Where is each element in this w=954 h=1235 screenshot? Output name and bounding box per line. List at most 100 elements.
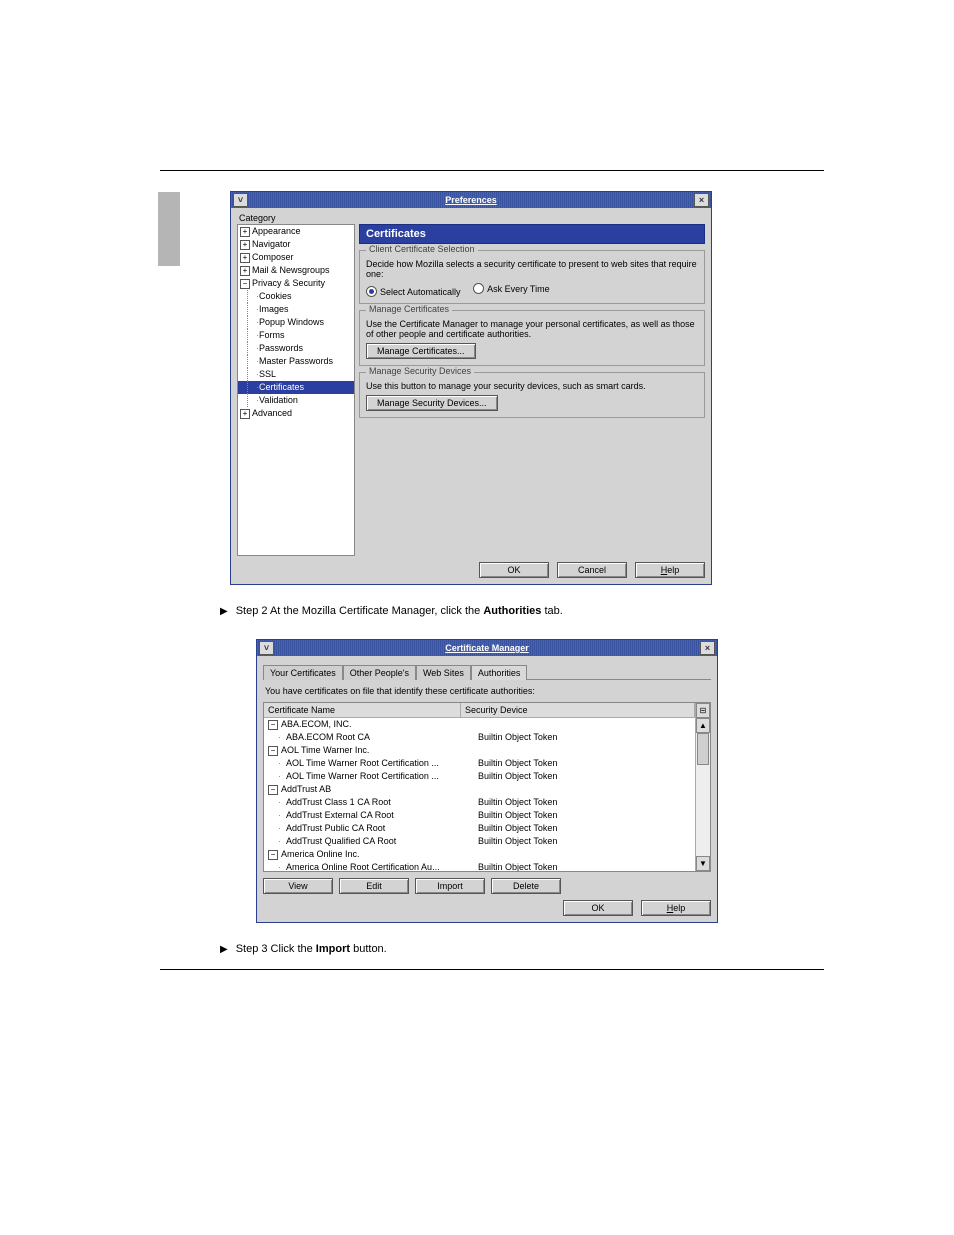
scroll-track[interactable]: [696, 733, 710, 856]
window-menu-button[interactable]: ˅: [259, 641, 274, 655]
ok-button[interactable]: OK: [479, 562, 549, 578]
tab-web-sites[interactable]: Web Sites: [416, 665, 471, 680]
table-group-row[interactable]: −AddTrust AB: [264, 783, 695, 796]
radio-dot-icon: [366, 286, 377, 297]
step-arrow-icon: ▶: [220, 943, 228, 957]
group-manage-certificates: Manage Certificates Use the Certificate …: [359, 310, 705, 366]
ok-button[interactable]: OK: [563, 900, 633, 916]
column-picker-icon[interactable]: ⊟: [696, 703, 710, 718]
tree-item-mail[interactable]: +Mail & Newsgroups: [238, 264, 354, 277]
tree-item-certificates[interactable]: ·Certificates: [238, 381, 354, 394]
group-description: Use this button to manage your security …: [366, 381, 698, 391]
certificate-table[interactable]: Certificate Name Security Device −ABA.EC…: [263, 702, 711, 872]
radio-ask-every-time[interactable]: Ask Every Time: [473, 283, 550, 294]
table-row[interactable]: AddTrust Qualified CA RootBuiltin Object…: [264, 835, 695, 848]
window-title: Preferences: [248, 195, 694, 205]
titlebar[interactable]: ˅ Preferences ×: [231, 192, 711, 208]
scroll-thumb[interactable]: [697, 733, 709, 765]
vertical-scrollbar[interactable]: ⊟ ▲ ▼: [695, 703, 710, 871]
column-certificate-name[interactable]: Certificate Name: [264, 703, 461, 717]
manage-security-devices-button[interactable]: Manage Security Devices...: [366, 395, 498, 411]
table-row[interactable]: AOL Time Warner Root Certification ...Bu…: [264, 757, 695, 770]
column-security-device[interactable]: Security Device: [461, 703, 695, 717]
dialog-body: Your Certificates Other People's Web Sit…: [257, 656, 717, 922]
collapse-icon[interactable]: −: [268, 720, 278, 730]
table-group-row[interactable]: −ABA.ECOM, INC.: [264, 718, 695, 731]
window-menu-button[interactable]: ˅: [233, 193, 248, 207]
tree-item-forms[interactable]: ·Forms: [238, 329, 354, 342]
table-row[interactable]: AddTrust External CA RootBuiltin Object …: [264, 809, 695, 822]
collapse-icon[interactable]: −: [240, 279, 250, 289]
scroll-up-icon[interactable]: ▲: [696, 718, 710, 733]
help-label-rest: elp: [667, 565, 679, 575]
tree-item-popup[interactable]: ·Popup Windows: [238, 316, 354, 329]
tree-item-composer[interactable]: +Composer: [238, 251, 354, 264]
help-button[interactable]: Help: [635, 562, 705, 578]
top-rule: [160, 170, 824, 171]
step-3-text: ▶ Step 3 Click the Import button.: [220, 943, 824, 957]
tree-item-ssl[interactable]: ·SSL: [238, 368, 354, 381]
expand-icon[interactable]: +: [240, 227, 250, 237]
tree-item-appearance[interactable]: +Appearance: [238, 225, 354, 238]
tab-hint: You have certificates on file that ident…: [265, 686, 709, 696]
tree-item-validation[interactable]: ·Validation: [238, 394, 354, 407]
tab-other-peoples[interactable]: Other People's: [343, 665, 416, 680]
manage-certificates-button[interactable]: Manage Certificates...: [366, 343, 476, 359]
radio-dot-icon: [473, 283, 484, 294]
tab-your-certificates[interactable]: Your Certificates: [263, 665, 343, 680]
prefs-panel: Certificates Client Certificate Selectio…: [359, 224, 705, 556]
document-page: ˅ Preferences × Category +Appearance +Na…: [0, 0, 954, 1170]
expand-icon[interactable]: +: [240, 266, 250, 276]
panel-title: Certificates: [359, 224, 705, 244]
tree-item-passwords[interactable]: ·Passwords: [238, 342, 354, 355]
table-row[interactable]: AOL Time Warner Root Certification ...Bu…: [264, 770, 695, 783]
cancel-button[interactable]: Cancel: [557, 562, 627, 578]
expand-icon[interactable]: +: [240, 240, 250, 250]
group-description: Decide how Mozilla selects a security ce…: [366, 259, 698, 279]
delete-button[interactable]: Delete: [491, 878, 561, 894]
tree-item-navigator[interactable]: +Navigator: [238, 238, 354, 251]
table-row[interactable]: America Online Root Certification Au...B…: [264, 861, 695, 871]
table-row[interactable]: ABA.ECOM Root CABuiltin Object Token: [264, 731, 695, 744]
group-legend: Manage Security Devices: [366, 366, 474, 376]
group-description: Use the Certificate Manager to manage yo…: [366, 319, 698, 339]
preferences-dialog: ˅ Preferences × Category +Appearance +Na…: [230, 191, 712, 585]
table-row[interactable]: AddTrust Public CA RootBuiltin Object To…: [264, 822, 695, 835]
table-row[interactable]: AddTrust Class 1 CA RootBuiltin Object T…: [264, 796, 695, 809]
window-title: Certificate Manager: [274, 643, 700, 653]
collapse-icon[interactable]: −: [268, 746, 278, 756]
tree-item-images[interactable]: ·Images: [238, 303, 354, 316]
table-header: Certificate Name Security Device: [264, 703, 695, 718]
table-group-row[interactable]: −America Online Inc.: [264, 848, 695, 861]
certificate-manager-dialog: ˅ Certificate Manager × Your Certificate…: [256, 639, 718, 923]
close-icon[interactable]: ×: [694, 193, 709, 207]
help-button[interactable]: Help: [641, 900, 711, 916]
tree-item-advanced[interactable]: +Advanced: [238, 407, 354, 420]
expand-icon[interactable]: +: [240, 409, 250, 419]
scroll-down-icon[interactable]: ▼: [696, 856, 710, 871]
tree-item-privacy[interactable]: −Privacy & Security: [238, 277, 354, 290]
close-icon[interactable]: ×: [700, 641, 715, 655]
collapse-icon[interactable]: −: [268, 850, 278, 860]
category-label: Category: [237, 212, 705, 224]
step-arrow-icon: ▶: [220, 605, 228, 619]
page-thumb-tab: [158, 192, 180, 266]
table-body: −ABA.ECOM, INC.ABA.ECOM Root CABuiltin O…: [264, 718, 695, 871]
view-button[interactable]: View: [263, 878, 333, 894]
dialog-body: Category +Appearance +Navigator +Compose…: [231, 208, 711, 584]
table-group-row[interactable]: −AOL Time Warner Inc.: [264, 744, 695, 757]
tree-item-master[interactable]: ·Master Passwords: [238, 355, 354, 368]
bottom-rule: [160, 969, 824, 970]
group-legend: Client Certificate Selection: [366, 244, 478, 254]
tree-item-cookies[interactable]: ·Cookies: [238, 290, 354, 303]
collapse-icon[interactable]: −: [268, 785, 278, 795]
edit-button[interactable]: Edit: [339, 878, 409, 894]
expand-icon[interactable]: +: [240, 253, 250, 263]
category-tree[interactable]: +Appearance +Navigator +Composer +Mail &…: [237, 224, 355, 556]
radio-select-automatically[interactable]: Select Automatically: [366, 286, 461, 297]
group-legend: Manage Certificates: [366, 304, 452, 314]
dialog-button-row: OK Cancel Help: [237, 562, 705, 578]
import-button[interactable]: Import: [415, 878, 485, 894]
tab-authorities[interactable]: Authorities: [471, 665, 528, 680]
titlebar[interactable]: ˅ Certificate Manager ×: [257, 640, 717, 656]
